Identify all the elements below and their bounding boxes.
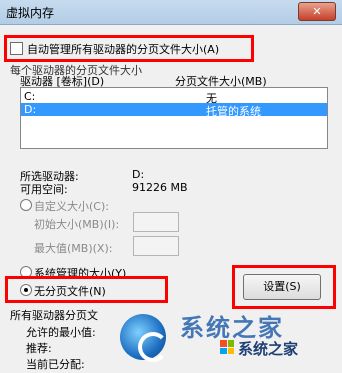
highlight-no-paging bbox=[5, 276, 168, 303]
custom-size-radio[interactable] bbox=[20, 199, 32, 211]
max-size-input[interactable] bbox=[133, 236, 179, 256]
close-button[interactable]: ✕ bbox=[298, 2, 336, 21]
recommended-label: 推荐: bbox=[26, 342, 52, 355]
total-group-label: 所有驱动器分页文 bbox=[10, 309, 98, 322]
close-icon: ✕ bbox=[312, 5, 322, 18]
watermark: 系统之家 系统之家 bbox=[110, 304, 342, 373]
max-size-label: 最大值(MB)(X): bbox=[34, 242, 113, 255]
highlight-set-button bbox=[232, 265, 336, 309]
free-space-label: 可用空间: bbox=[20, 183, 68, 196]
drive-size: 托管的系统 bbox=[206, 105, 261, 118]
title-bar: 虚拟内存 ✕ bbox=[0, 0, 342, 25]
drive-letter: D: bbox=[24, 103, 37, 116]
windows-logo-icon bbox=[220, 340, 234, 354]
current-allocated-label: 当前已分配: bbox=[26, 358, 85, 371]
selected-drive-value: D: bbox=[132, 168, 145, 181]
watermark-logo-icon bbox=[120, 314, 168, 362]
window-title: 虚拟内存 bbox=[6, 6, 55, 20]
custom-size-label: 自定义大小(C): bbox=[34, 200, 109, 213]
watermark-text: 系统之家 bbox=[238, 340, 299, 358]
drive-row-selected[interactable]: D: 托管的系统 bbox=[21, 103, 327, 118]
initial-size-label: 初始大小(MB)(I): bbox=[34, 218, 120, 231]
highlight-auto-manage bbox=[4, 35, 254, 62]
drive-list[interactable]: C: 无 D: 托管的系统 bbox=[20, 87, 328, 149]
free-space-value: 91226 MB bbox=[132, 181, 188, 194]
drive-letter: C: bbox=[24, 90, 36, 103]
initial-size-input[interactable] bbox=[133, 212, 179, 232]
min-allowed-label: 允许的最小值: bbox=[26, 326, 96, 339]
drive-row[interactable]: C: 无 bbox=[21, 90, 327, 105]
